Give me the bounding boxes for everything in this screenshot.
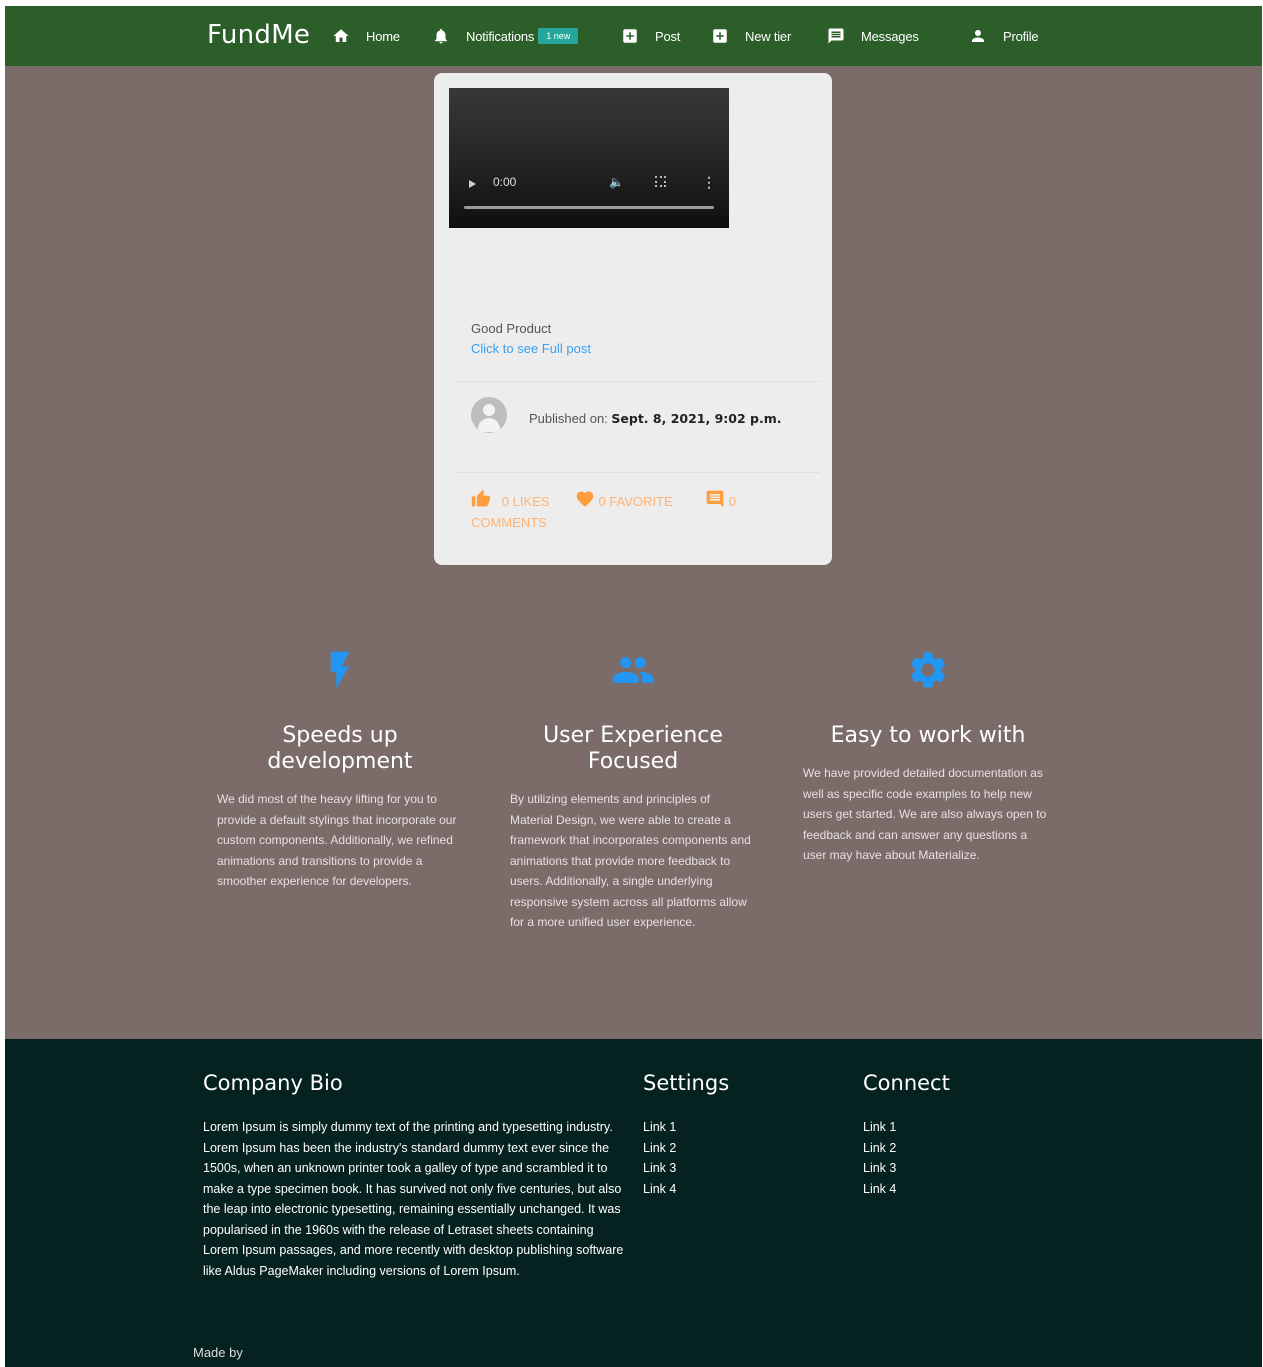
- add-box-icon: [713, 29, 727, 43]
- navbar: FundMe Home Notifications 1 new Post New…: [5, 6, 1262, 66]
- footer-settings-title: Settings: [643, 1071, 730, 1095]
- comments-count: 0: [728, 494, 737, 509]
- nav-messages-label: Messages: [861, 28, 919, 44]
- play-icon[interactable]: [469, 180, 476, 188]
- footer-bio-title: Company Bio: [203, 1071, 343, 1095]
- footer-settings-links: Link 1 Link 2 Link 3 Link 4: [643, 1117, 676, 1199]
- post-card: 0:00 🔈 ⋮ Good Product Click to see Full …: [434, 73, 832, 565]
- feature-text: We did most of the heavy lifting for you…: [217, 792, 457, 888]
- footer-link[interactable]: Link 3: [643, 1158, 676, 1179]
- published-date: Sept. 8, 2021, 9:02 p.m.: [611, 411, 782, 426]
- footer: Company Bio Lorem Ipsum is simply dummy …: [5, 1039, 1262, 1367]
- feature-user-experience: User Experience Focused By utilizing ele…: [510, 648, 756, 933]
- brand-logo[interactable]: FundMe: [207, 20, 310, 50]
- made-by-text: Made by: [193, 1345, 243, 1360]
- nav-home-label: Home: [366, 28, 400, 44]
- favorites-count: 0 FAVORITE: [598, 494, 673, 509]
- post-title: Good Product: [471, 321, 552, 336]
- thumb-up-icon: [471, 489, 491, 507]
- footer-link[interactable]: Link 4: [643, 1179, 676, 1200]
- nav-profile[interactable]: Profile: [969, 24, 1039, 48]
- card-divider: [454, 381, 820, 382]
- footer-link[interactable]: Link 4: [863, 1179, 896, 1200]
- nav-post-label: Post: [655, 28, 681, 44]
- nav-post[interactable]: Post: [621, 24, 680, 48]
- card-divider: [454, 472, 820, 473]
- fullscreen-icon[interactable]: [655, 176, 666, 187]
- footer-bio-text: Lorem Ipsum is simply dummy text of the …: [203, 1120, 624, 1278]
- message-icon: [828, 28, 844, 44]
- post-actions: 0 LIKES 0 FAVORITE 0 COMMENTS: [471, 489, 771, 533]
- like-button[interactable]: 0 LIKES: [471, 489, 553, 509]
- footer-link[interactable]: Link 1: [643, 1117, 676, 1138]
- nav-messages[interactable]: Messages: [827, 24, 919, 48]
- notification-badge: 1 new: [538, 28, 579, 44]
- feature-easy-to-work: Easy to work with We have provided detai…: [803, 648, 1053, 866]
- group-icon: [612, 657, 654, 683]
- nav-new-tier-label: New tier: [745, 28, 792, 44]
- nav-profile-label: Profile: [1003, 28, 1039, 44]
- feature-title: Easy to work with: [830, 723, 1026, 748]
- published-info: Published on: Sept. 8, 2021, 9:02 p.m.: [529, 411, 782, 426]
- feature-text: By utilizing elements and principles of …: [510, 792, 751, 929]
- nav-notifications[interactable]: Notifications 1 new: [432, 24, 579, 48]
- comment-icon: [706, 490, 724, 508]
- heart-icon: [576, 491, 594, 507]
- footer-connect-links: Link 1 Link 2 Link 3 Link 4: [863, 1117, 896, 1199]
- full-post-link[interactable]: Click to see Full post: [471, 341, 591, 356]
- footer-link[interactable]: Link 2: [643, 1138, 676, 1159]
- feature-title: Speeds up development: [267, 723, 413, 774]
- footer-connect-title: Connect: [863, 1071, 950, 1095]
- video-player[interactable]: 0:00 🔈 ⋮: [449, 88, 729, 228]
- footer-link[interactable]: Link 3: [863, 1158, 896, 1179]
- settings-icon: [910, 652, 946, 688]
- nav-notifications-label: Notifications: [466, 28, 535, 44]
- page: FundMe Home Notifications 1 new Post New…: [5, 6, 1262, 1367]
- video-progress-bar[interactable]: [464, 206, 714, 209]
- footer-link[interactable]: Link 1: [863, 1117, 896, 1138]
- volume-icon[interactable]: 🔈: [609, 175, 624, 189]
- favorite-button[interactable]: 0 FAVORITE: [575, 491, 676, 509]
- published-prefix: Published on:: [529, 411, 608, 426]
- footer-link[interactable]: Link 2: [863, 1138, 896, 1159]
- more-vert-icon[interactable]: ⋮: [702, 174, 716, 191]
- feature-speeds-up: Speeds up development We did most of the…: [217, 648, 463, 892]
- feature-text: We have provided detailed documentation …: [803, 766, 1047, 862]
- nav-new-tier[interactable]: New tier: [711, 24, 791, 48]
- flash-icon: [330, 651, 350, 689]
- bell-icon: [435, 28, 447, 44]
- comments-label: COMMENTS: [471, 515, 547, 530]
- person-icon: [972, 30, 984, 42]
- author-avatar[interactable]: [471, 397, 507, 433]
- add-box-icon: [623, 29, 637, 43]
- feature-title: User Experience Focused: [543, 723, 723, 774]
- video-time: 0:00: [493, 175, 517, 189]
- home-icon: [333, 29, 349, 42]
- likes-count: 0 LIKES: [501, 494, 550, 509]
- nav-home[interactable]: Home: [332, 24, 400, 48]
